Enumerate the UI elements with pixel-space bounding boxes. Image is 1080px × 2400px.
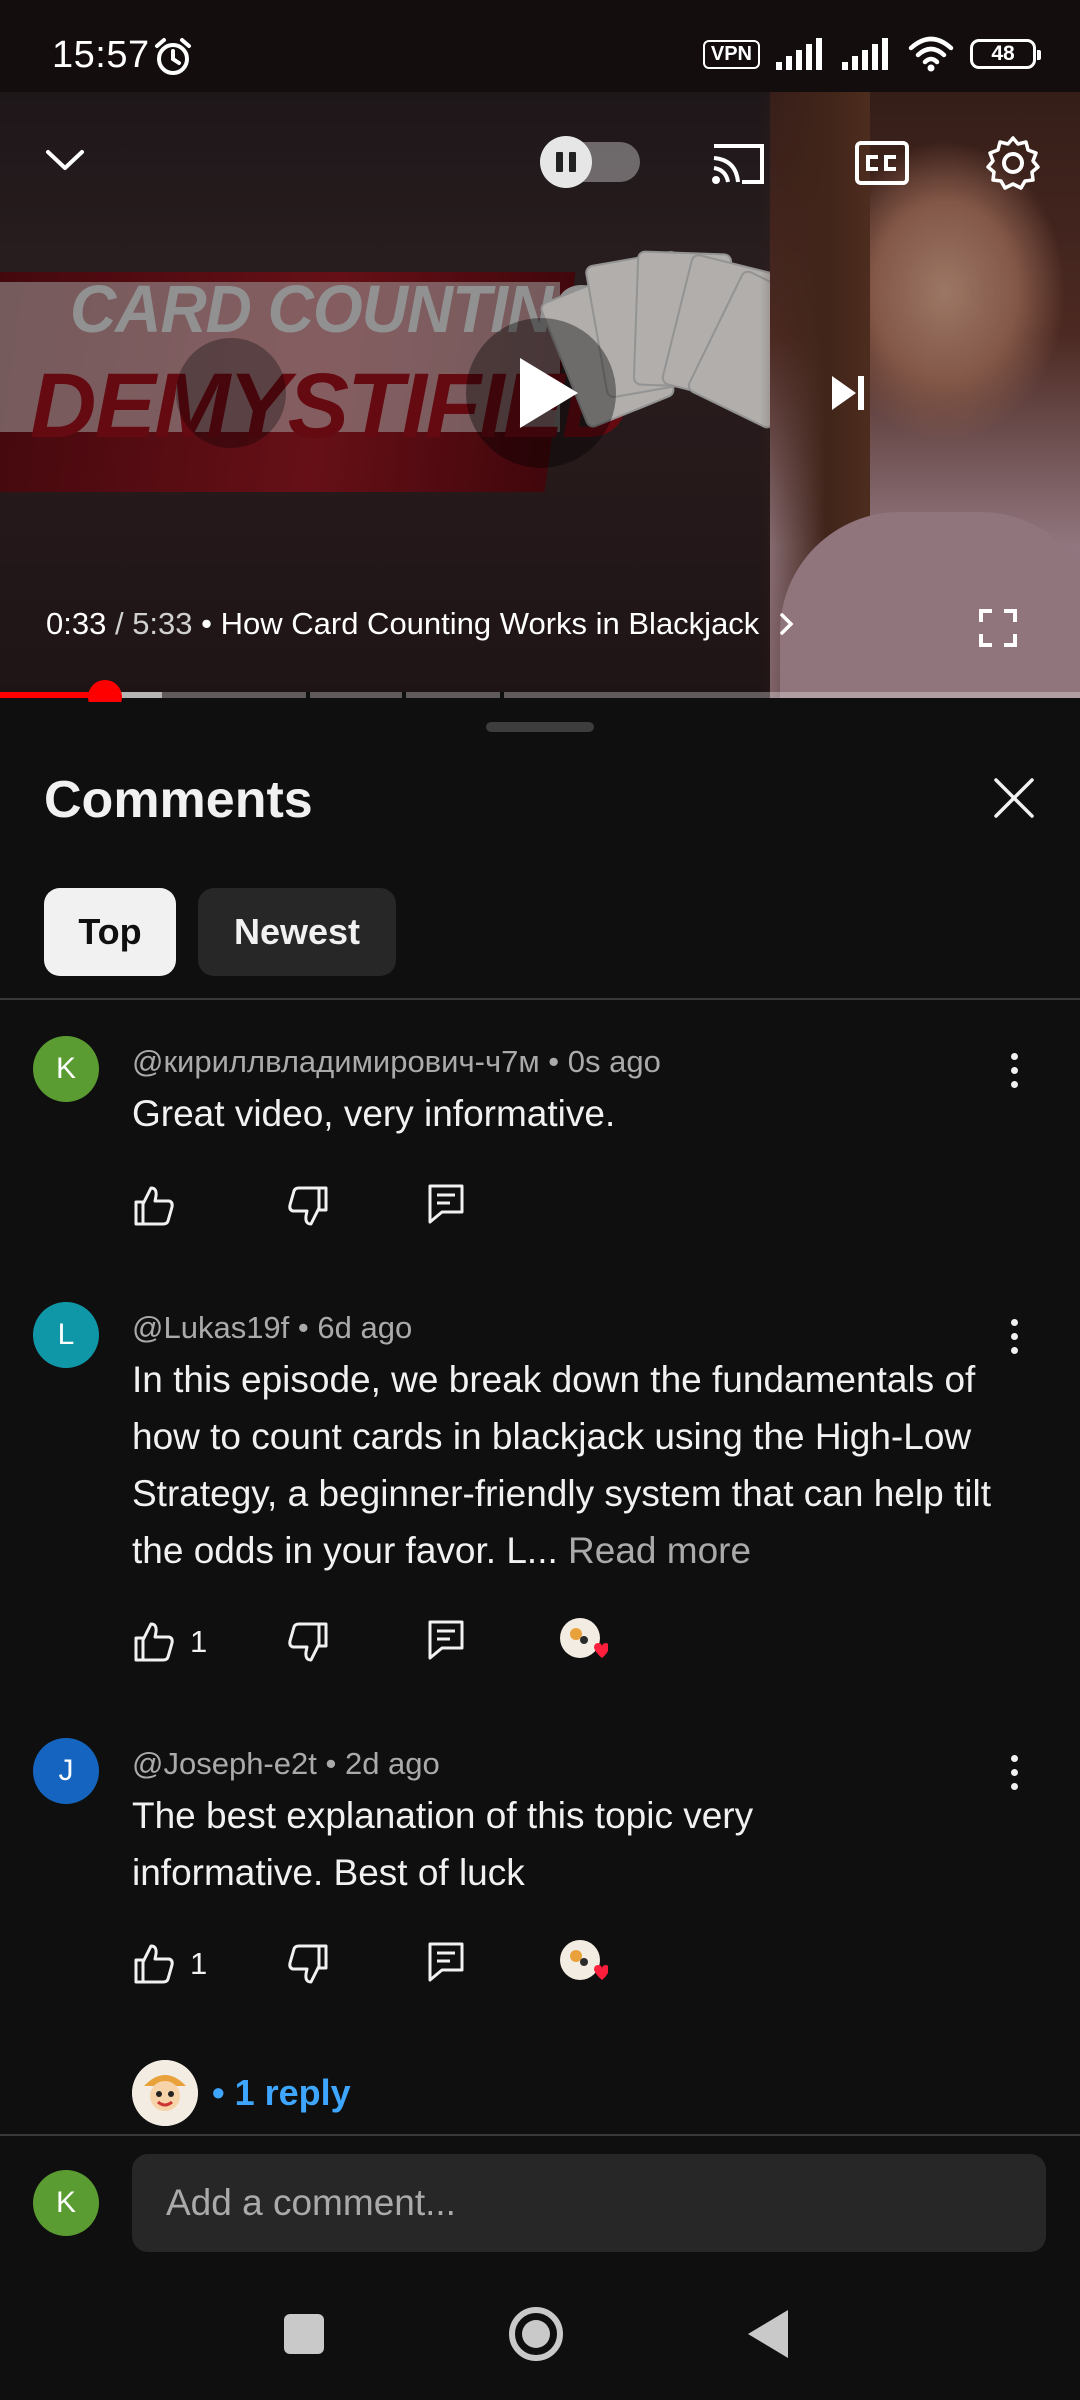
signal-icon: [842, 38, 888, 70]
comment-author[interactable]: @Joseph-e2t: [132, 1746, 317, 1781]
current-time: 0:33: [46, 606, 107, 641]
duration: 5:33: [132, 606, 193, 641]
next-icon[interactable]: [822, 370, 872, 416]
status-bar: 15:57 VPN 48: [0, 0, 1080, 92]
comment-time: 2d ago: [344, 1746, 440, 1781]
collapse-icon[interactable]: [40, 140, 90, 180]
creator-heart-icon: [560, 1940, 608, 1980]
divider: [0, 998, 1080, 1000]
cast-icon[interactable]: [708, 138, 768, 188]
player-controls: 0:33 / 5:33 • How Card Counting Works in…: [0, 92, 1080, 698]
user-avatar: K: [33, 2170, 99, 2236]
comment-meta: @Joseph-e2t • 2d ago: [132, 1746, 440, 1781]
like-button[interactable]: 1: [132, 1942, 207, 1986]
status-icons: VPN 48: [702, 36, 1041, 72]
filter-top-chip[interactable]: Top: [44, 888, 176, 976]
read-more-link[interactable]: Read more: [568, 1530, 751, 1571]
comment-meta: @Lukas19f • 6d ago: [132, 1310, 413, 1345]
back-button[interactable]: [744, 2306, 794, 2362]
alarm-icon: [155, 38, 191, 75]
filter-newest-chip[interactable]: Newest: [198, 888, 396, 976]
battery-icon: 48: [970, 39, 1041, 69]
comment-time: 6d ago: [317, 1310, 413, 1345]
progress-track[interactable]: [0, 692, 1080, 698]
status-time: 15:57: [52, 34, 150, 76]
dislike-icon[interactable]: [286, 1620, 330, 1664]
avatar[interactable]: K: [33, 1036, 99, 1102]
more-options-icon[interactable]: [996, 1308, 1032, 1364]
previous-button[interactable]: [176, 338, 286, 448]
comment-author[interactable]: @Lukas19f: [132, 1310, 289, 1345]
avatar[interactable]: J: [33, 1738, 99, 1804]
recents-button[interactable]: [280, 2310, 328, 2358]
creator-heart-icon: [560, 1618, 608, 1658]
dislike-icon[interactable]: [286, 1184, 330, 1228]
chevron-right-icon: [780, 613, 794, 635]
signal-icon: [776, 38, 822, 70]
like-button[interactable]: 1: [132, 1620, 207, 1664]
reply-icon[interactable]: [426, 1940, 466, 1984]
comment-meta: @кириллвладимирович-ч7м • 0s ago: [132, 1044, 661, 1079]
comment-text: Great video, very informative.: [132, 1093, 616, 1134]
reply-icon[interactable]: [426, 1618, 466, 1662]
system-nav-bar: [0, 2270, 1080, 2400]
more-options-icon[interactable]: [996, 1744, 1032, 1800]
like-icon: [134, 1622, 174, 1662]
like-icon[interactable]: [132, 1184, 176, 1228]
like-icon: [134, 1944, 174, 1984]
autoplay-pause-icon[interactable]: [540, 136, 592, 188]
comment-text: The best explanation of this topic very …: [132, 1795, 754, 1893]
reply-icon[interactable]: [426, 1182, 466, 1226]
play-icon: [520, 358, 578, 428]
captions-icon[interactable]: [854, 140, 910, 186]
like-count: 1: [190, 1624, 208, 1659]
comment-time: 0s ago: [567, 1044, 661, 1079]
home-button[interactable]: [506, 2304, 566, 2364]
reply-count-link[interactable]: • 1 reply: [212, 2072, 351, 2114]
chapter-title[interactable]: How Card Counting Works in Blackjack: [221, 606, 760, 641]
add-comment-input[interactable]: Add a comment...: [132, 2154, 1046, 2252]
more-options-icon[interactable]: [996, 1042, 1032, 1098]
timeline-info[interactable]: 0:33 / 5:33 • How Card Counting Works in…: [46, 606, 798, 642]
settings-icon[interactable]: [984, 134, 1042, 192]
comments-title: Comments: [44, 771, 313, 829]
drag-handle[interactable]: [486, 722, 594, 732]
comment-author[interactable]: @кириллвладимирович-ч7м: [132, 1044, 540, 1079]
comment-text: In this episode, we break down the funda…: [132, 1359, 991, 1571]
creator-avatar: [132, 2060, 198, 2126]
wifi-icon: [908, 36, 954, 72]
replies-toggle[interactable]: • 1 reply: [132, 2060, 351, 2126]
vpn-icon: VPN: [702, 39, 760, 69]
fullscreen-icon[interactable]: [978, 608, 1018, 648]
like-count: 1: [190, 1946, 208, 1981]
play-button[interactable]: [466, 318, 616, 468]
dislike-icon[interactable]: [286, 1942, 330, 1986]
close-icon[interactable]: [986, 770, 1042, 826]
avatar[interactable]: L: [33, 1302, 99, 1368]
